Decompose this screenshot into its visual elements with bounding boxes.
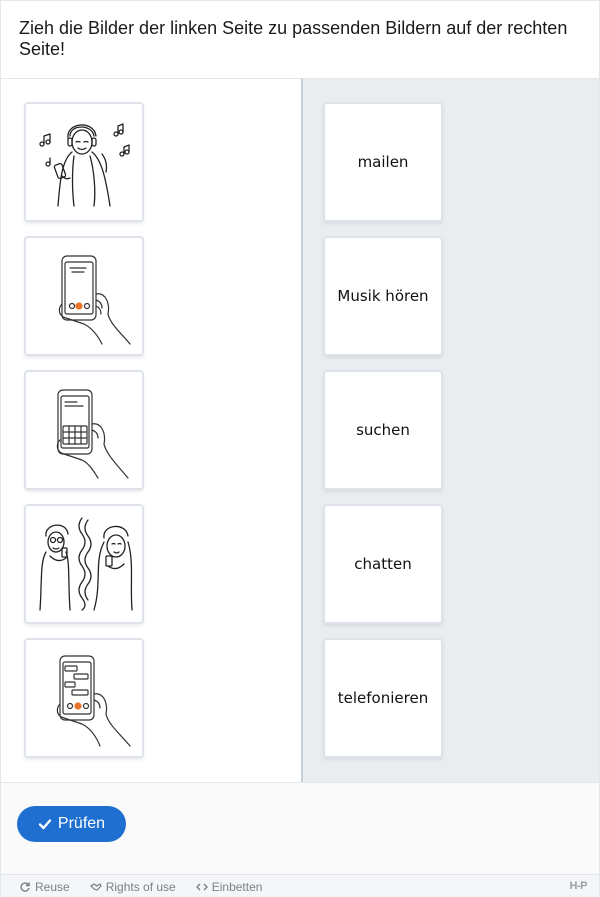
rights-of-use-label: Rights of use (105, 879, 176, 894)
handshake-icon (89, 882, 102, 891)
h5p-meta-bar: Reuse Rights of use Einbetten H-P (1, 874, 599, 897)
action-area: Prüfen (1, 782, 599, 874)
right-dropzone-column: mailen Musik hören suchen chatten telefo… (303, 79, 599, 782)
embed-link[interactable]: Einbetten (195, 879, 263, 894)
phone-call-hand-icon (58, 255, 131, 345)
two-people-chatting-icon (39, 517, 133, 611)
draggable-image-card[interactable] (24, 638, 144, 758)
reuse-icon (20, 881, 30, 892)
word-label: telefonieren (337, 689, 429, 707)
woman-listening-music-icon (39, 123, 130, 207)
task-header: Zieh die Bilder der linken Seite zu pass… (1, 1, 599, 79)
task-instruction: Zieh die Bilder der linken Seite zu pass… (19, 18, 568, 59)
check-button[interactable]: Prüfen (17, 806, 126, 842)
word-label: suchen (356, 421, 410, 439)
drag-board: mailen Musik hören suchen chatten telefo… (1, 79, 599, 782)
rights-of-use-link[interactable]: Rights of use (89, 879, 176, 894)
embed-code-icon (195, 883, 208, 890)
draggable-image-card[interactable] (24, 102, 144, 222)
dropzone-word-card[interactable]: suchen (323, 370, 443, 490)
h5p-frame: Zieh die Bilder der linken Seite zu pass… (0, 0, 600, 897)
left-image-column (1, 79, 301, 782)
dropzone-word-card[interactable]: mailen (323, 102, 443, 222)
checkmark-icon (38, 819, 52, 830)
dropzone-word-card[interactable]: telefonieren (323, 638, 443, 758)
word-label: chatten (354, 555, 412, 573)
draggable-image-card[interactable] (24, 504, 144, 624)
reuse-label: Reuse (35, 879, 70, 894)
h5p-logo[interactable]: H-P (570, 880, 588, 892)
dropzone-word-card[interactable]: Musik hören (323, 236, 443, 356)
draggable-image-card[interactable] (24, 236, 144, 356)
draggable-image-card[interactable] (24, 370, 144, 490)
phone-search-hand-icon (56, 389, 129, 479)
phone-chat-hand-icon (56, 655, 131, 747)
word-label: mailen (357, 153, 409, 171)
dropzone-word-card[interactable]: chatten (323, 504, 443, 624)
word-label: Musik hören (337, 287, 429, 305)
reuse-link[interactable]: Reuse (19, 880, 70, 894)
check-button-label: Prüfen (57, 815, 106, 832)
embed-label: Einbetten (211, 879, 263, 894)
